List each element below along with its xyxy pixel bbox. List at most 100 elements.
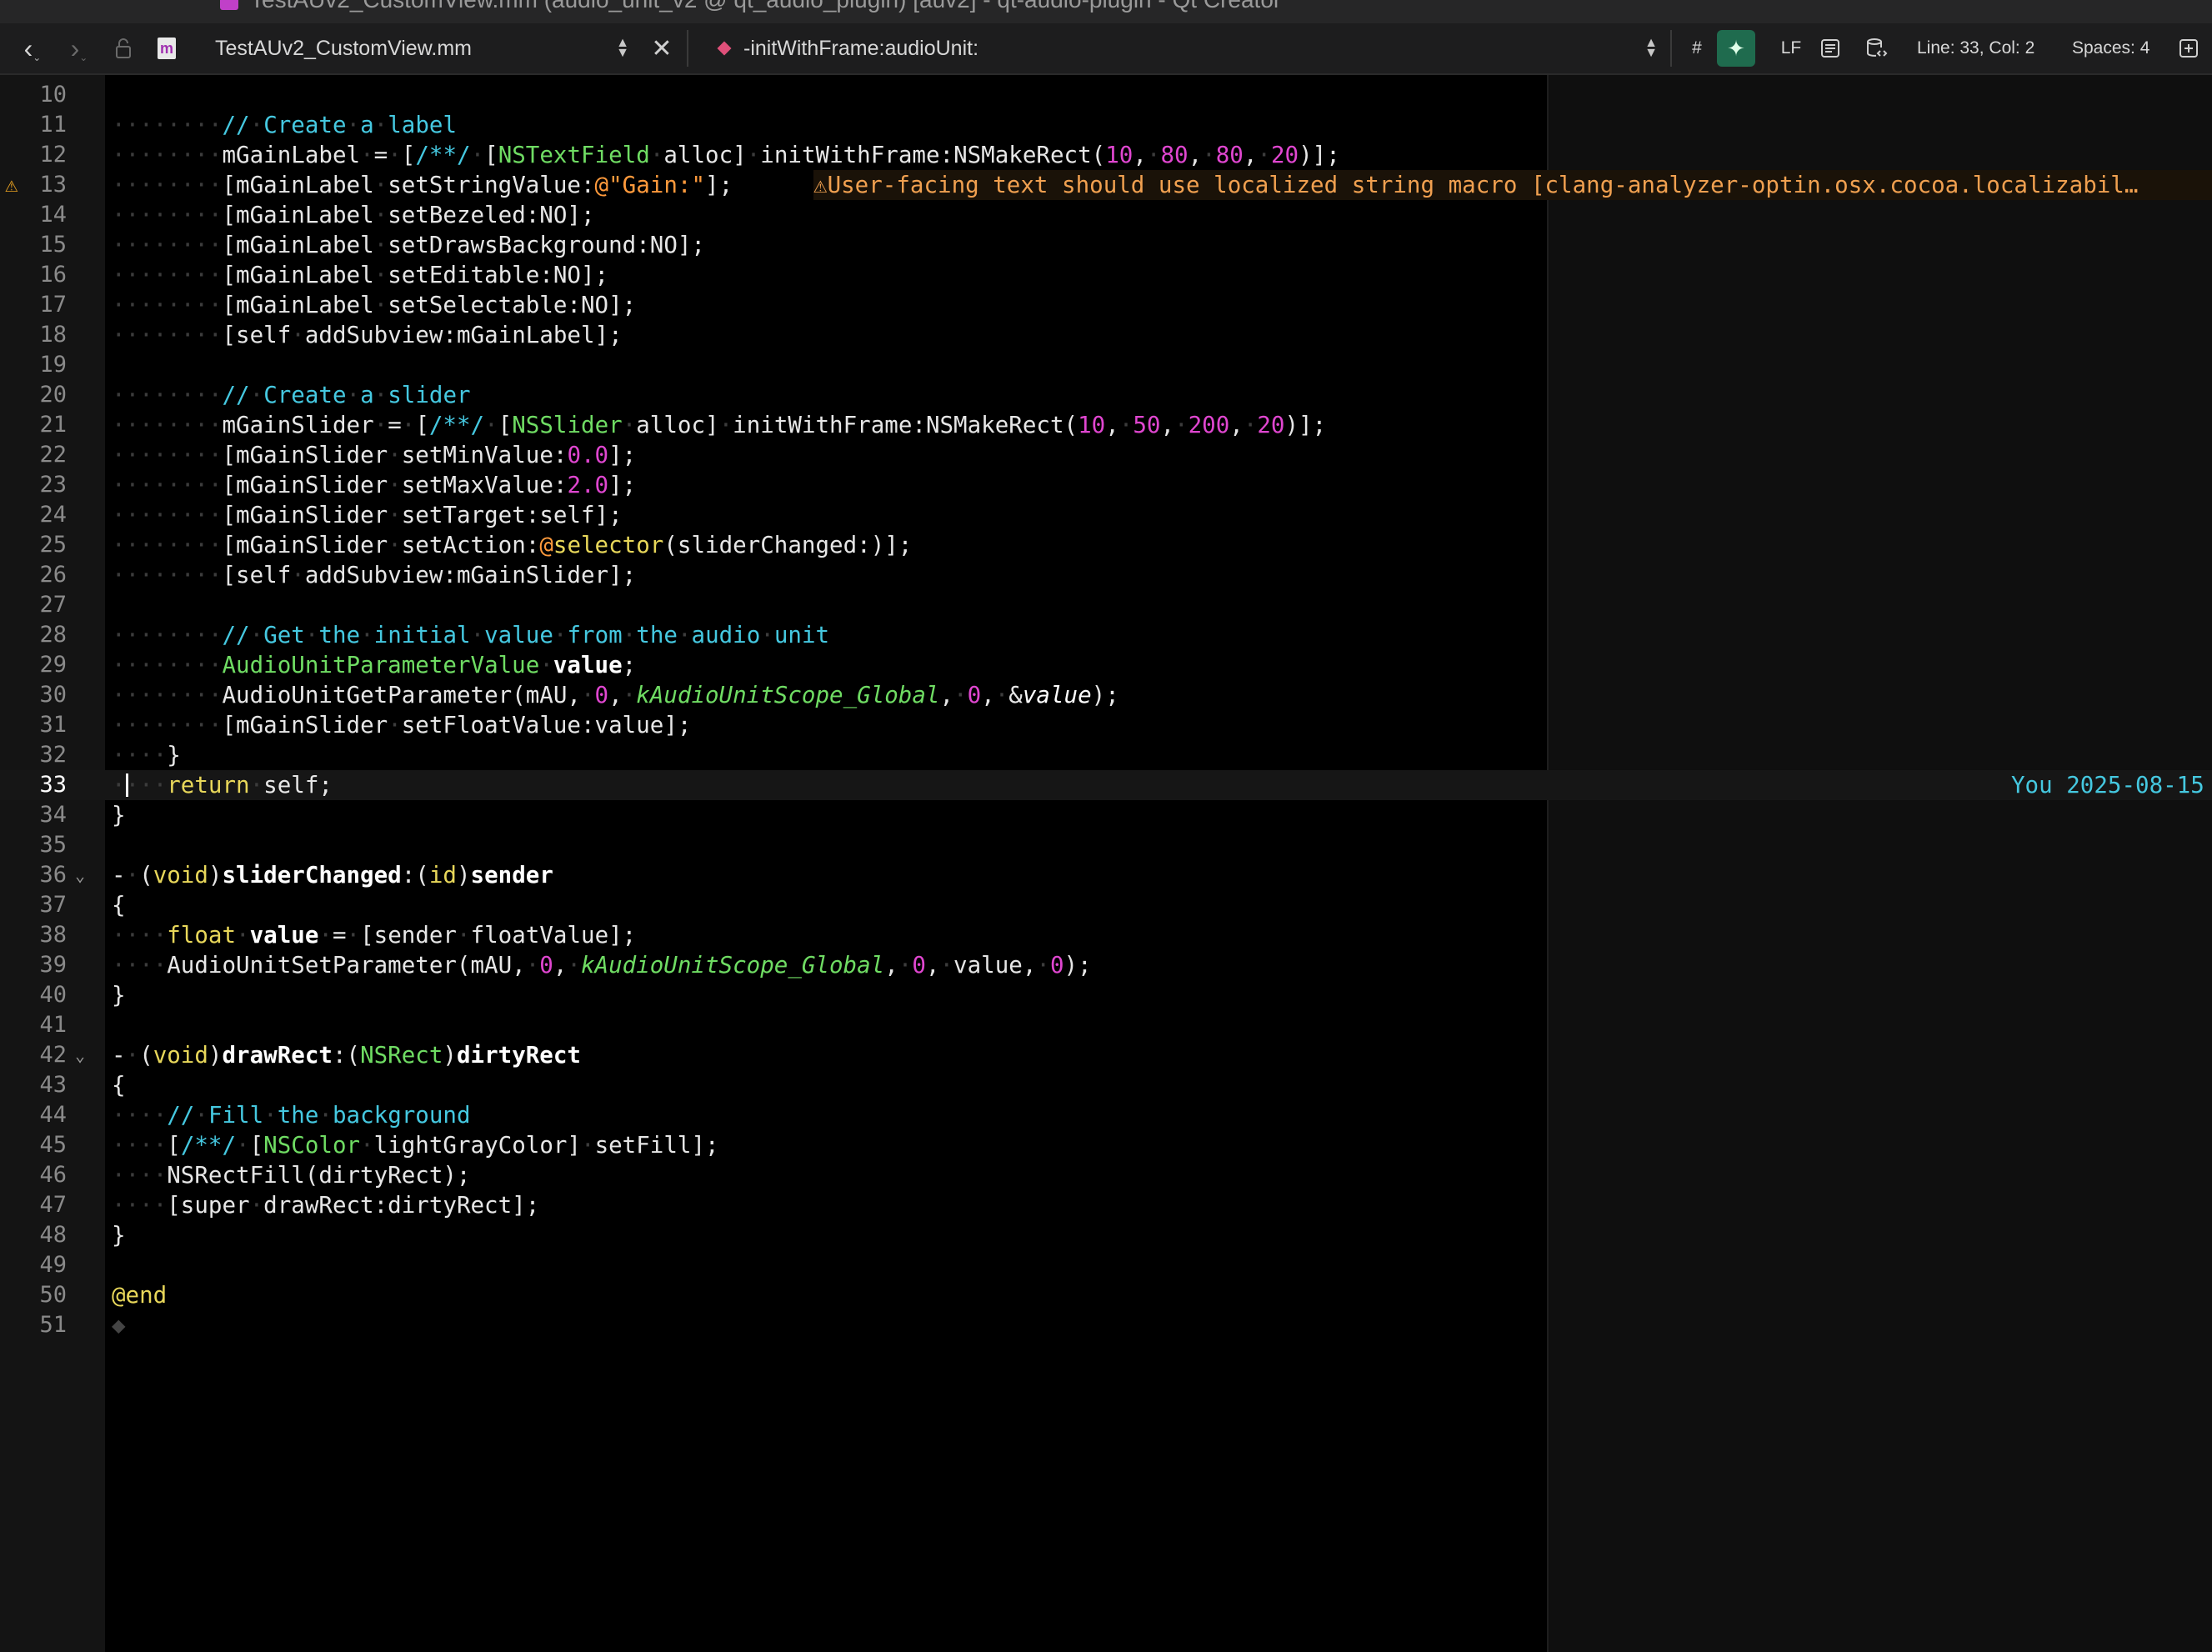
code-line[interactable]: 34} [0,800,2212,830]
code-text: ········mGainSlider·=·[/**/·[NSSlider·al… [112,412,1327,438]
code-line[interactable]: 48} [0,1220,2212,1250]
line-number: 50 [39,1282,67,1308]
lock-icon [116,38,131,58]
code-line[interactable]: 30 ········AudioUnitGetParameter(mAU,·0,·… [0,680,2212,710]
line-number: 40 [39,982,67,1008]
code-text: ········AudioUnitParameterValue·value; [112,652,637,678]
symbol-selector-arrows-icon[interactable]: ▲ ▼ [1640,35,1662,62]
code-text: ····[super·drawRect:dirtyRect]; [112,1192,540,1219]
code-line[interactable]: 28 ········//·Get·the·initial·value·from·… [0,620,2212,650]
code-text: ········[self·addSubview:mGainLabel]; [112,322,623,348]
code-line[interactable]: 35 [0,830,2212,860]
line-number: 33 [39,772,67,798]
code-line[interactable]: 21 ········mGainSlider·=·[/**/·[NSSlider·… [0,410,2212,440]
code-line[interactable]: 13 ········[mGainLabel·setStringValue:@"G… [0,170,2212,200]
code-line[interactable]: 17 ········[mGainLabel·setSelectable:NO]; [0,290,2212,320]
window-titlebar: TestAUv2_CustomView.mm (audio_unit_v2 @ … [0,0,2212,23]
code-line[interactable]: 22 ········[mGainSlider·setMinValue:0.0]; [0,440,2212,470]
line-number: 30 [39,682,67,708]
warning-icon: ⚠ [813,172,828,198]
line-ending-selector[interactable]: LF [1770,23,1812,73]
warning-icon[interactable]: ⚠ [5,170,18,200]
code-line[interactable]: 31 ········[mGainSlider·setFloatValue:val… [0,710,2212,740]
line-number: 37 [39,892,67,918]
code-line[interactable]: 29 ········AudioUnitParameterValue·value; [0,650,2212,680]
code-line[interactable]: 49 [0,1250,2212,1280]
code-line[interactable]: 38 ····float·value·=·[sender·floatValue]; [0,920,2212,950]
blame-annotation[interactable]: You 2025-08-15 [2011,770,2204,800]
code-text: ········[mGainLabel·setBezeled:NO]; [112,202,595,228]
code-line[interactable]: 32 ····} [0,740,2212,770]
line-number: 23 [39,472,67,498]
code-line[interactable]: 15 ········[mGainLabel·setDrawsBackground… [0,230,2212,260]
fold-chevron-icon[interactable]: ⌄ [75,860,85,890]
code-line[interactable]: 46 ····NSRectFill(dirtyRect); [0,1160,2212,1190]
code-line[interactable]: 51 ◆ [0,1310,2212,1340]
split-editor-button[interactable] [2174,33,2204,63]
code-line[interactable]: 42 ⌄ -·(void)drawRect:(NSRect)dirtyRect [0,1040,2212,1070]
code-text: -·(void)drawRect:(NSRect)dirtyRect [112,1042,581,1069]
code-line[interactable]: 26 ········[self·addSubview:mGainSlider]; [0,560,2212,590]
toolbar-divider [1670,30,1672,67]
code-line[interactable]: 41 [0,1010,2212,1040]
code-line[interactable]: 27 [0,590,2212,620]
window-title: TestAUv2_CustomView.mm (audio_unit_v2 @ … [250,0,1281,13]
fold-chevron-icon[interactable]: ⌄ [75,1040,85,1070]
indentation-settings[interactable]: Spaces: 4 [2072,23,2164,73]
code-line[interactable]: 43 { [0,1070,2212,1100]
code-line[interactable]: 40} [0,980,2212,1010]
code-text: ········[mGainLabel·setEditable:NO]; [112,262,609,288]
line-number: 46 [39,1162,67,1188]
code-text: ····return·self; [112,772,333,798]
line-number: 25 [39,532,67,558]
ai-assistant-button[interactable]: ✦ [1717,30,1755,67]
code-line[interactable]: 23 ········[mGainSlider·setMaxValue:2.0]; [0,470,2212,500]
hash-button[interactable]: # [1682,23,1712,73]
code-line[interactable]: 44 ····//·Fill·the·background [0,1100,2212,1130]
close-document-button[interactable]: ✕ [645,32,678,65]
code-text: ········[mGainSlider·setTarget:self]; [112,502,623,528]
code-line[interactable]: 33 ····return·self; You 2025-08-15 [0,770,2212,800]
back-button[interactable]: ‹ ⌄ [12,30,53,67]
code-line[interactable]: 47 ····[super·drawRect:dirtyRect]; [0,1190,2212,1220]
split-plus-icon [2179,39,2198,58]
diagnostic-text: User-facing text should use localized st… [827,172,2139,198]
code-text: ········[mGainLabel·setDrawsBackground:N… [112,232,705,258]
code-line[interactable]: 50 @end [0,1280,2212,1310]
line-number: 48 [39,1222,67,1248]
code-text: ········mGainLabel·=·[/**/·[NSTextField·… [112,142,1340,168]
line-number: 47 [39,1192,67,1218]
line-number: 21 [39,412,67,438]
code-line[interactable]: 25 ········[mGainSlider·setAction:@select… [0,530,2212,560]
code-line[interactable]: 16 ········[mGainLabel·setEditable:NO]; [0,260,2212,290]
diagnostic-message[interactable]: ⚠User-facing text should use localized s… [813,170,2212,200]
code-editor[interactable]: 10 11 ········//·Create·a·label 12 ········m… [0,75,2212,1652]
code-line[interactable]: 10 [0,80,2212,110]
line-number: 34 [39,802,67,828]
database-code-icon [1867,38,1888,57]
code-line[interactable]: 18 ········[self·addSubview:mGainLabel]; [0,320,2212,350]
file-encoding-button[interactable] [1814,33,1847,63]
code-line[interactable]: 39 ····AudioUnitSetParameter(mAU,·0,·kAud… [0,950,2212,980]
line-number: 36 [39,862,67,888]
code-line[interactable]: 19 [0,350,2212,380]
code-line[interactable]: 14 ········[mGainLabel·setBezeled:NO]; [0,200,2212,230]
code-line[interactable]: 12 ········mGainLabel·=·[/**/·[NSTextFiel… [0,140,2212,170]
lock-button[interactable] [108,32,138,65]
symbol-selector[interactable]: -initWithFrame:audioUnit: [743,23,1627,73]
document-selector-arrows-icon[interactable]: ▲ ▼ [612,35,633,62]
cursor-position[interactable]: Line: 33, Col: 2 [1917,23,2050,73]
code-line[interactable]: 20 ········//·Create·a·slider [0,380,2212,410]
forward-button[interactable]: › ⌄ [58,30,100,67]
code-text: ········[mGainSlider·setMaxValue:2.0]; [112,472,637,498]
line-number: 49 [39,1252,67,1278]
code-line[interactable]: 37 { [0,890,2212,920]
line-number: 26 [39,562,67,588]
code-model-button[interactable] [1860,33,1894,63]
code-line[interactable]: 45 ····[/**/·[NSColor·lightGrayColor]·set… [0,1130,2212,1160]
document-selector[interactable]: TestAUv2_CustomView.mm [215,23,632,73]
code-text: ········[mGainSlider·setFloatValue:value… [112,712,692,738]
code-line[interactable]: 11 ········//·Create·a·label [0,110,2212,140]
code-line[interactable]: 24 ········[mGainSlider·setTarget:self]; [0,500,2212,530]
code-line[interactable]: 36 ⌄ -·(void)sliderChanged:(id)sender [0,860,2212,890]
